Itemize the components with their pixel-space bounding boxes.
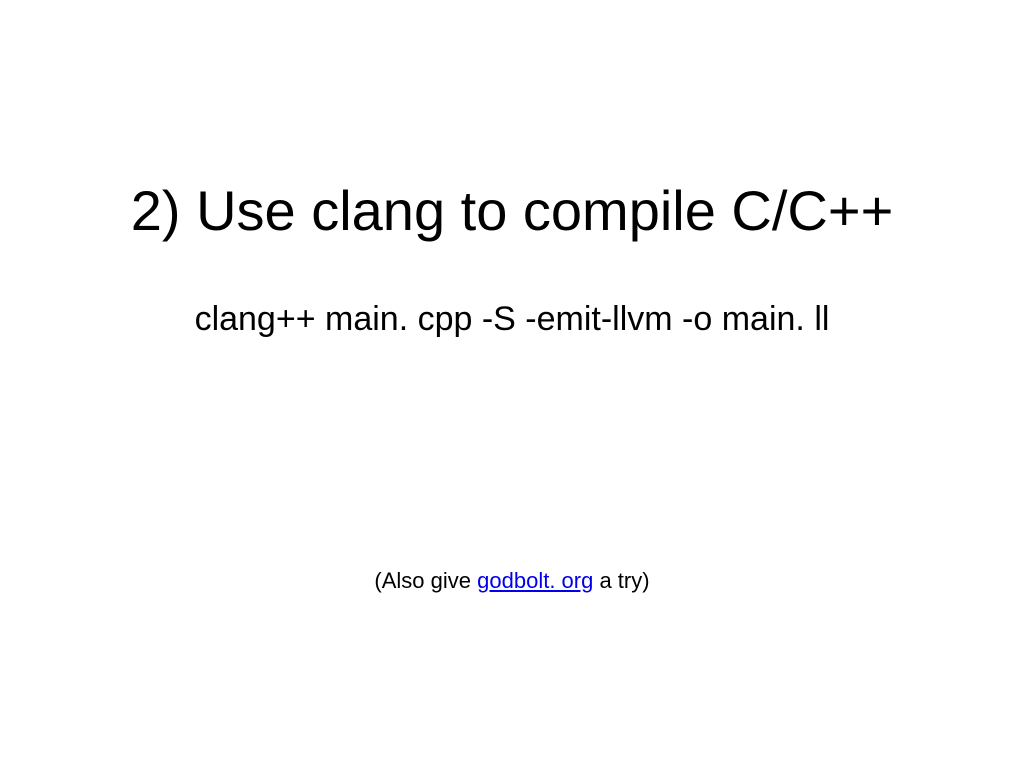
slide-title: 2) Use clang to compile C/C++ bbox=[0, 178, 1024, 243]
godbolt-link[interactable]: godbolt. org bbox=[477, 568, 593, 593]
footnote-prefix: (Also give bbox=[374, 568, 477, 593]
footnote: (Also give godbolt. org a try) bbox=[0, 568, 1024, 594]
command-line: clang++ main. cpp -S -emit-llvm -o main.… bbox=[0, 300, 1024, 339]
slide-container: 2) Use clang to compile C/C++ clang++ ma… bbox=[0, 0, 1024, 768]
footnote-suffix: a try) bbox=[593, 568, 649, 593]
